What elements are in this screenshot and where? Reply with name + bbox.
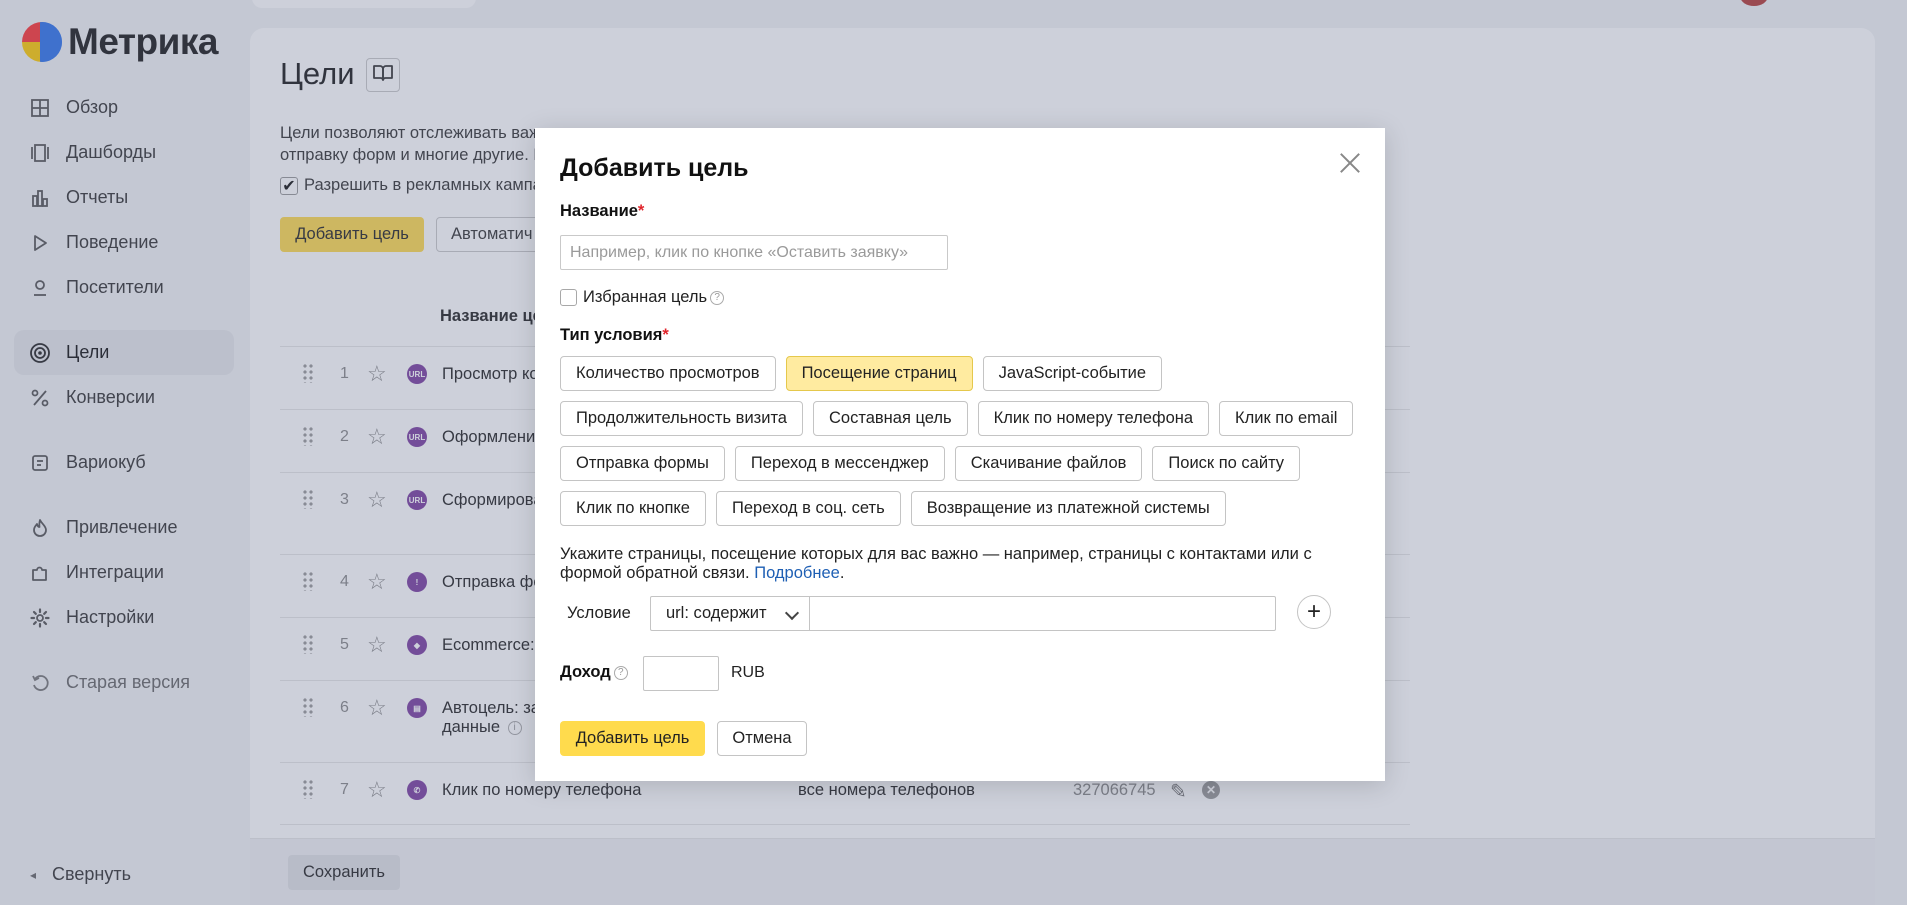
type-js-event-button[interactable]: JavaScript-событие: [982, 356, 1163, 391]
add-goal-dialog: Добавить цель Название* Избранная цель ?…: [535, 128, 1385, 781]
favorite-label: Избранная цель: [583, 288, 708, 306]
add-condition-button[interactable]: +: [1297, 595, 1331, 629]
type-page-visit-button[interactable]: Посещение страниц: [785, 356, 973, 391]
type-button-click-button[interactable]: Клик по кнопке: [560, 491, 706, 526]
type-messenger-button[interactable]: Переход в мессенджер: [734, 446, 945, 481]
income-label: Доход?: [560, 663, 628, 682]
type-composite-button[interactable]: Составная цель: [813, 401, 968, 436]
condition-operator-value: url: содержит: [666, 604, 767, 622]
dialog-title: Добавить цель: [560, 154, 749, 182]
hint-text: Укажите страницы, посещение которых для …: [560, 545, 1312, 582]
cancel-button[interactable]: Отмена: [717, 721, 807, 756]
favorite-goal-checkbox[interactable]: Избранная цель ?: [560, 288, 725, 307]
type-visit-duration-button[interactable]: Продолжительность визита: [560, 401, 803, 436]
type-form-submit-button[interactable]: Отправка формы: [560, 446, 725, 481]
more-link[interactable]: Подробнее: [754, 564, 840, 582]
name-label: Название*: [560, 202, 644, 221]
help-icon[interactable]: ?: [710, 290, 725, 305]
type-file-download-button[interactable]: Скачивание файлов: [954, 446, 1143, 481]
currency-label: RUB: [731, 664, 765, 681]
condition-label: Условие: [567, 604, 631, 622]
chip-row: Клик по кнопке Переход в соц. сеть Возвр…: [560, 491, 1360, 526]
condition-type-group: Количество просмотров Посещение страниц …: [560, 356, 1360, 536]
income-input[interactable]: [643, 656, 719, 691]
close-icon[interactable]: [1337, 150, 1363, 176]
type-payment-return-button[interactable]: Возвращение из платежной системы: [910, 491, 1226, 526]
type-pageviews-button[interactable]: Количество просмотров: [560, 356, 776, 391]
type-email-click-button[interactable]: Клик по email: [1219, 401, 1354, 436]
submit-goal-button[interactable]: Добавить цель: [560, 721, 705, 756]
goal-name-input[interactable]: [560, 235, 948, 270]
type-site-search-button[interactable]: Поиск по сайту: [1152, 446, 1301, 481]
type-phone-click-button[interactable]: Клик по номеру телефона: [977, 401, 1210, 436]
condition-value-input[interactable]: [809, 596, 1276, 631]
checkbox-box[interactable]: [560, 289, 577, 306]
help-icon[interactable]: ?: [613, 665, 628, 680]
income-label-text: Доход: [560, 663, 611, 681]
hint-period: .: [839, 564, 845, 582]
chip-row: Отправка формы Переход в мессенджер Скач…: [560, 446, 1360, 481]
required-mark: *: [637, 202, 645, 220]
chevron-down-icon: [784, 605, 800, 621]
chip-row: Количество просмотров Посещение страниц …: [560, 356, 1360, 391]
name-label-text: Название: [560, 202, 638, 220]
condition-operator-select[interactable]: url: содержит: [650, 596, 810, 631]
chip-row: Продолжительность визита Составная цель …: [560, 401, 1360, 436]
type-social-button[interactable]: Переход в соц. сеть: [715, 491, 901, 526]
required-mark: *: [662, 326, 669, 344]
condition-type-label-text: Тип условия: [560, 326, 663, 344]
condition-type-label: Тип условия*: [560, 326, 669, 345]
condition-hint: Укажите страницы, посещение которых для …: [560, 545, 1360, 583]
